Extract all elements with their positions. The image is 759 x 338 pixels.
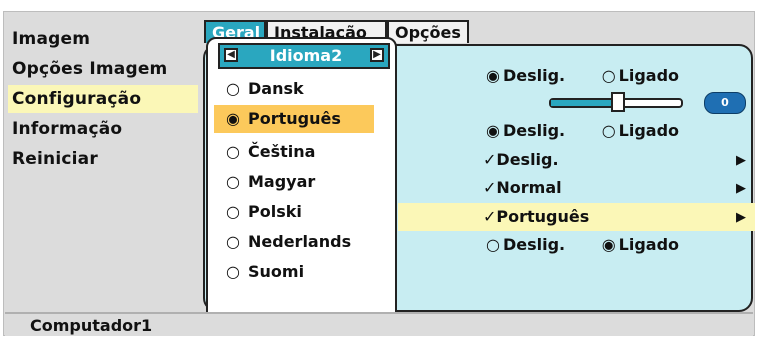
slider-thumb[interactable] (611, 92, 625, 112)
menu-item-opcoes-imagem[interactable]: Opções Imagem (8, 55, 167, 83)
arrow-right-icon: ▶ (736, 181, 746, 196)
menu-item-informacao[interactable]: Informação (8, 115, 122, 143)
language-label: Dansk (248, 79, 304, 98)
row-4[interactable]: ✓Deslig. (483, 146, 559, 174)
language-item[interactable]: ○ Nederlands (226, 228, 351, 256)
row-5[interactable]: ✓Normal (483, 174, 562, 202)
radio-unselected-icon: ○ (226, 142, 240, 161)
popup-title: Idioma2 (269, 46, 343, 65)
radio-unselected-icon: ○ (601, 121, 616, 140)
row-6[interactable]: ✓Português (398, 203, 755, 231)
row7-option-b[interactable]: Ligado (619, 235, 679, 254)
input-source-label: Computador1 (30, 316, 153, 335)
radio-selected-icon: ◉ (601, 235, 616, 254)
language-item-selected[interactable]: ◉ Português (214, 105, 374, 133)
language-label: Polski (248, 202, 302, 221)
language-label: Nederlands (248, 232, 352, 251)
menu-item-configuracao[interactable]: Configuração (8, 85, 198, 113)
radio-selected-icon: ◉ (486, 121, 500, 140)
tab-opcoes[interactable]: Opções (387, 20, 469, 43)
nav-left-icon[interactable]: ◀ (224, 48, 238, 62)
menu-item-label: Imagem (12, 29, 91, 49)
radio-unselected-icon: ○ (486, 235, 500, 254)
language-label: Čeština (248, 142, 316, 161)
radio-unselected-icon: ○ (601, 66, 616, 85)
radio-unselected-icon: ○ (226, 172, 240, 191)
row-7[interactable]: ○ Deslig. ◉ Ligado (486, 231, 679, 259)
row3-option-a[interactable]: Deslig. (503, 121, 565, 140)
row3-option-b[interactable]: Ligado (619, 121, 679, 140)
menu-item-label: Informação (12, 119, 123, 139)
menu-item-imagem[interactable]: Imagem (8, 25, 90, 53)
radio-selected-icon: ◉ (486, 66, 500, 85)
language-popup-header: Idioma2 ◀ ▶ (218, 43, 390, 69)
radio-unselected-icon: ○ (226, 262, 240, 281)
row4-value: ✓Deslig. (483, 150, 559, 169)
row7-option-a[interactable]: Deslig. (503, 235, 565, 254)
row1-option-a[interactable]: Deslig. (503, 66, 565, 85)
slider-fill (551, 100, 614, 106)
language-label: Suomi (248, 262, 305, 281)
row6-value: ✓Português (483, 207, 590, 226)
row1-option-b[interactable]: Ligado (619, 66, 679, 85)
nav-right-icon[interactable]: ▶ (370, 48, 384, 62)
radio-unselected-icon: ○ (226, 202, 240, 221)
language-item[interactable]: ○ Dansk (226, 75, 304, 103)
language-label: Magyar (248, 172, 316, 191)
menu-item-label: Opções Imagem (12, 59, 168, 79)
radio-unselected-icon: ○ (226, 232, 240, 251)
radio-selected-icon: ◉ (226, 109, 240, 128)
language-item[interactable]: ○ Magyar (226, 168, 315, 196)
language-item[interactable]: ○ Čeština (226, 138, 315, 166)
slider-value-badge: 0 (704, 92, 746, 114)
row-3[interactable]: ◉ Deslig. ○ Ligado (486, 117, 679, 145)
language-label: Português (248, 109, 341, 128)
arrow-right-icon: ▶ (736, 210, 746, 225)
arrow-right-icon: ▶ (736, 153, 746, 168)
language-item[interactable]: ○ Polski (226, 198, 302, 226)
menu-item-label: Reiniciar (12, 149, 98, 169)
row-1[interactable]: ◉ Deslig. ○ Ligado (486, 62, 679, 90)
radio-unselected-icon: ○ (226, 79, 240, 98)
menu-item-reiniciar[interactable]: Reiniciar (8, 145, 98, 173)
language-item[interactable]: ○ Suomi (226, 258, 304, 286)
row5-value: ✓Normal (483, 178, 562, 197)
menu-item-label: Configuração (12, 89, 142, 109)
tab-label: Opções (395, 23, 461, 42)
